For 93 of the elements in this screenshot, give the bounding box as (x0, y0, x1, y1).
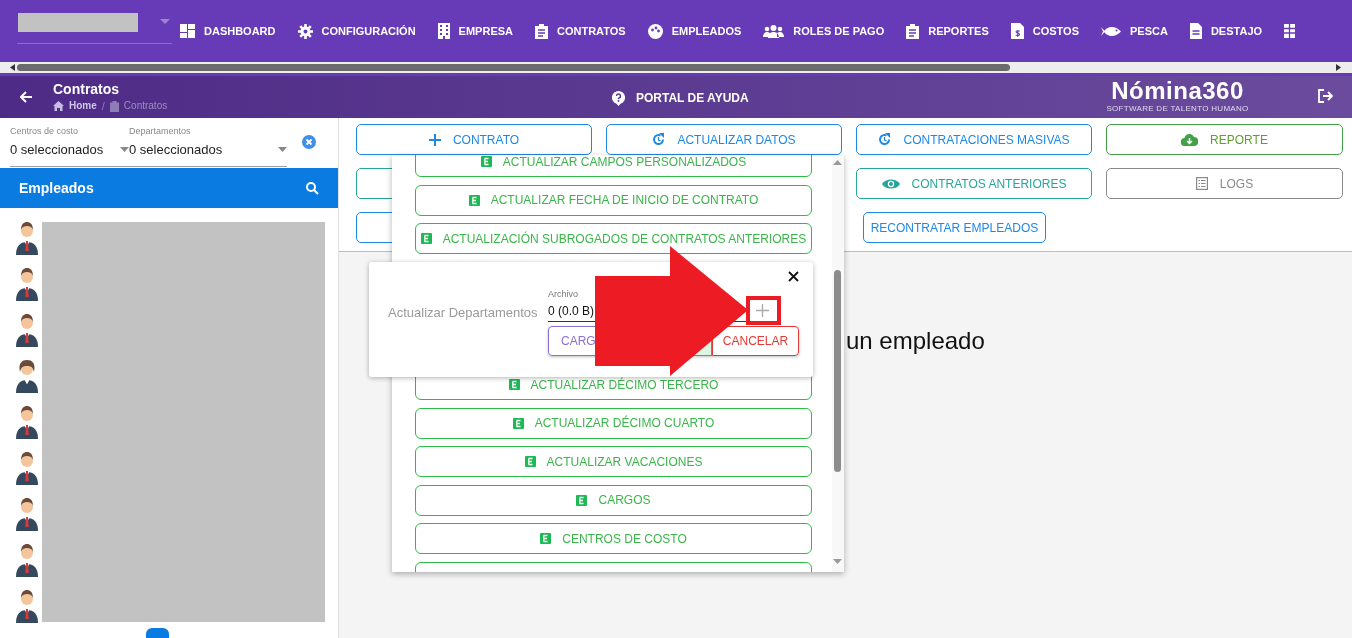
spreadsheet-icon (540, 533, 552, 544)
clipboard-icon (109, 100, 119, 112)
logout-icon[interactable] (1318, 89, 1333, 103)
scroll-down-icon[interactable] (833, 559, 842, 564)
nav-link[interactable]: CONFIGURACIÓN (321, 22, 416, 40)
clear-filter-icon[interactable] (302, 135, 316, 149)
empty-message: un empleado (846, 326, 985, 356)
scroll-left-icon[interactable] (10, 64, 15, 71)
help-portal-link[interactable]: PORTAL DE AYUDA (636, 89, 749, 107)
scroll-right-icon[interactable] (1336, 64, 1341, 71)
man-avatar-icon (16, 452, 38, 485)
menu-item[interactable]: ACTUALIZAR CAMPOS PERSONALIZADOS (415, 155, 812, 177)
menu-item[interactable]: ACTUALIZACIÓN SUBROGADOS DE CONTRATOS ANTERIORES (415, 223, 812, 254)
filter-label: Centros de costo (10, 125, 80, 137)
nav-link[interactable]: EMPLEADOS (671, 22, 742, 40)
nav-link[interactable]: ROLES DE PAGO (793, 22, 885, 40)
nav-link[interactable]: CONTRATOS (557, 22, 626, 40)
fish-icon[interactable] (1101, 25, 1121, 37)
nav-link[interactable]: EMPRESA (458, 22, 513, 40)
eye-icon (881, 177, 900, 190)
spreadsheet-icon (468, 194, 480, 206)
scrollbar-thumb[interactable] (834, 270, 841, 472)
action-button[interactable]: REPORTE (1106, 124, 1343, 155)
clipboard-icon[interactable] (906, 23, 920, 39)
breadcrumb-link[interactable]: Home (69, 99, 97, 113)
plus-icon (428, 133, 441, 146)
man-avatar-icon (16, 590, 38, 623)
table-icon[interactable] (1284, 24, 1296, 38)
breadcrumb-separator: / (101, 99, 105, 113)
settings-icon[interactable] (297, 23, 313, 39)
dashboard-icon[interactable] (180, 24, 195, 38)
breadcrumb-link[interactable]: Contratos (123, 99, 168, 113)
cloud-download-icon (1181, 133, 1199, 146)
spreadsheet-icon (512, 417, 524, 429)
spreadsheet-icon (480, 156, 492, 167)
file-label: Archivo (548, 288, 578, 301)
caret-icon (120, 147, 129, 153)
spreadsheet-icon (508, 379, 520, 390)
action-button[interactable]: RECONTRATAR EMPLEADOS (863, 212, 1046, 243)
man-avatar-icon (16, 544, 38, 577)
nav-link[interactable]: DASHBOARD (204, 22, 276, 40)
filter-select[interactable]: 0 seleccionados (10, 140, 129, 160)
action-button[interactable]: ACTUALIZAR DATOS (606, 124, 842, 155)
action-button[interactable]: CONTRATACIONES MASIVAS (856, 124, 1092, 155)
action-button[interactable]: LOGS (1106, 168, 1343, 199)
search-icon[interactable] (306, 181, 319, 195)
invoice-icon[interactable] (1010, 23, 1024, 39)
nav-link[interactable]: PESCA (1130, 22, 1168, 40)
scroll-up-icon[interactable] (833, 160, 842, 165)
menu-item[interactable]: ACTUALIZAR DÉCIMO CUARTO (415, 407, 812, 439)
nav-link[interactable]: COSTOS (1032, 22, 1079, 40)
man-avatar-icon (16, 268, 38, 301)
woman-avatar-icon (16, 360, 38, 393)
refresh-icon (878, 133, 892, 146)
man-avatar-icon (16, 222, 38, 255)
menu-item[interactable]: CARGOS (415, 484, 812, 516)
caret-icon (278, 147, 287, 153)
spreadsheet-icon (420, 233, 432, 244)
pagination-button[interactable] (146, 628, 169, 638)
close-icon[interactable] (788, 271, 799, 282)
menu-item[interactable]: ACTUALIZAR VACACIONES (415, 446, 812, 477)
man-avatar-icon (16, 498, 38, 531)
document-icon[interactable] (1189, 23, 1202, 39)
nav-link[interactable]: REPORTES (928, 22, 989, 40)
clipboard-icon[interactable] (535, 23, 548, 39)
filter-label: Departamentos (129, 125, 192, 137)
building-icon[interactable] (437, 23, 450, 39)
menu-item[interactable]: CENTROS DE COSTO (415, 523, 812, 554)
back-arrow-icon[interactable] (20, 91, 33, 103)
logo-wordmark: Nómina360 (1111, 78, 1244, 104)
help-icon (612, 90, 625, 106)
employees-title: Empleados (19, 178, 94, 198)
man-avatar-icon (16, 314, 38, 347)
file-value: 0 (0.0 B) (548, 302, 595, 320)
group-icon[interactable] (763, 24, 785, 38)
menu-item[interactable]: ACTUALIZAR FECHA DE INICIO DE CONTRATO (415, 184, 812, 216)
action-button[interactable]: CONTRATOS ANTERIORES (856, 168, 1092, 199)
home-icon (53, 101, 64, 111)
filter-select[interactable]: 0 seleccionados (129, 140, 287, 160)
nav-link[interactable]: DESTAJO (1210, 22, 1263, 40)
logo-tagline: SOFTWARE DE TALENTO HUMANO (1106, 104, 1249, 113)
action-button[interactable]: CONTRATO (356, 124, 592, 155)
list-icon (1195, 177, 1208, 190)
refresh-icon (652, 133, 666, 146)
dialog-title: Actualizar Departamentos (388, 304, 538, 322)
page-title: Contratos (53, 81, 121, 98)
scrollbar-thumb[interactable] (17, 64, 1010, 71)
spreadsheet-icon (524, 456, 536, 467)
man-avatar-icon (16, 406, 38, 439)
highlight-frame (746, 296, 781, 325)
cancel-button[interactable]: CANCELAR (712, 326, 799, 356)
spreadsheet-icon (576, 494, 588, 506)
palette-icon[interactable] (647, 23, 663, 39)
